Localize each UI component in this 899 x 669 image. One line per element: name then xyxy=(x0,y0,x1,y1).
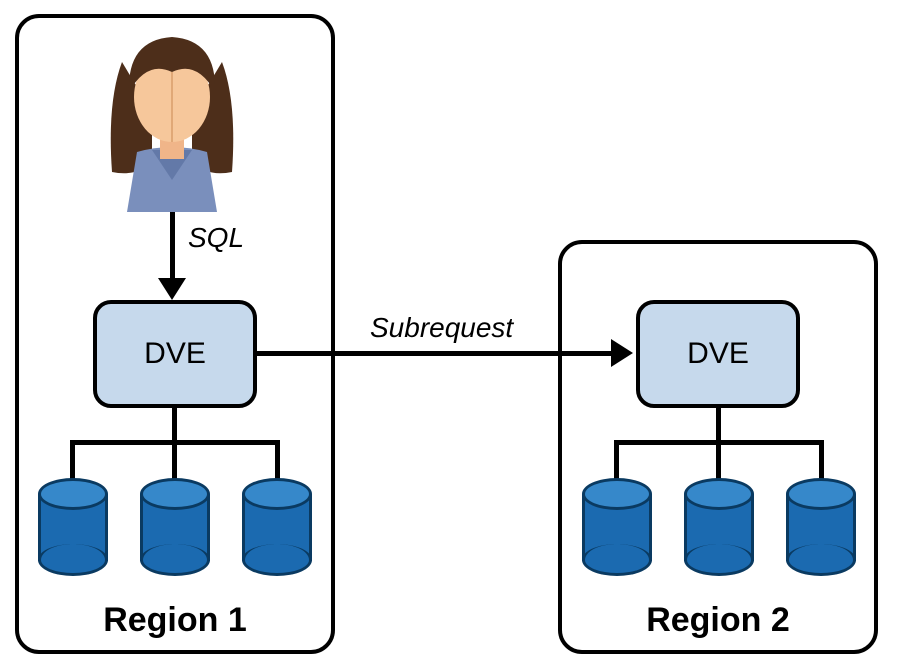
connector-r2-drop-3 xyxy=(819,440,824,480)
connector-r1-drop-3 xyxy=(275,440,280,480)
dve-box-region-1: DVE xyxy=(93,300,257,408)
connector-r1-vert-main xyxy=(172,408,177,443)
arrow-subrequest-head xyxy=(611,339,633,367)
subrequest-label: Subrequest xyxy=(370,312,513,344)
storage-cylinder xyxy=(140,478,210,566)
region-2-label: Region 2 xyxy=(562,601,874,640)
arrow-sql-head xyxy=(158,278,186,300)
connector-r2-drop-1 xyxy=(614,440,619,480)
dve-label-1: DVE xyxy=(144,337,206,371)
storage-cylinder xyxy=(38,478,108,566)
arrow-sql-line xyxy=(170,212,175,282)
dve-label-2: DVE xyxy=(687,337,749,371)
storage-cylinder xyxy=(582,478,652,566)
sql-label: SQL xyxy=(188,222,244,254)
user-icon xyxy=(97,22,247,212)
storage-cylinder xyxy=(242,478,312,566)
storage-cylinder xyxy=(786,478,856,566)
connector-r1-drop-2 xyxy=(172,440,177,480)
arrow-subrequest-line xyxy=(257,351,615,356)
storage-cylinder xyxy=(684,478,754,566)
connector-r1-drop-1 xyxy=(70,440,75,480)
dve-box-region-2: DVE xyxy=(636,300,800,408)
connector-r2-drop-2 xyxy=(716,440,721,480)
region-1-label: Region 1 xyxy=(19,601,331,640)
connector-r2-vert-main xyxy=(716,408,721,443)
